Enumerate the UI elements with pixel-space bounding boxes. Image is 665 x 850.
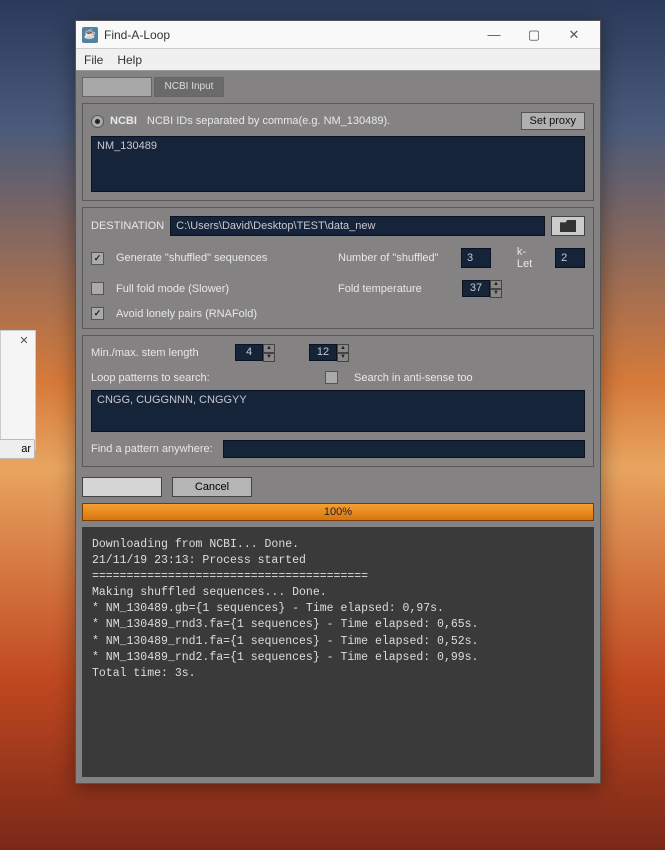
fold-temp-value[interactable]: 37 <box>462 280 490 297</box>
tab-blank[interactable] <box>82 77 152 97</box>
stem-min-value[interactable]: 4 <box>235 344 263 361</box>
stem-length-label: Min./max. stem length <box>91 347 221 359</box>
num-shuffled-label: Number of "shuffled" <box>338 252 455 264</box>
close-button[interactable]: ✕ <box>554 21 594 49</box>
close-icon[interactable]: ✕ <box>17 334 31 348</box>
fold-temp-spinner[interactable]: 37 ▲▼ <box>462 280 502 297</box>
progress-bar: 100% <box>82 503 594 521</box>
stray-button[interactable]: ar <box>0 439 35 459</box>
minimize-button[interactable]: — <box>474 21 514 49</box>
fold-temp-label: Fold temperature <box>338 283 456 295</box>
app-window: ☕ Find-A-Loop — ▢ ✕ File Help NCBI Input… <box>75 20 601 784</box>
destination-panel: DESTINATION C:\Users\David\Desktop\TEST\… <box>82 207 594 329</box>
cancel-button[interactable]: Cancel <box>172 477 252 497</box>
num-shuffled-input[interactable]: 3 <box>461 248 491 268</box>
avoid-lonely-label: Avoid lonely pairs (RNAFold) <box>116 308 257 320</box>
tabs: NCBI Input <box>82 77 594 99</box>
tab-ncbi-input[interactable]: NCBI Input <box>154 77 224 97</box>
run-button[interactable] <box>82 477 162 497</box>
folder-icon <box>560 220 576 232</box>
chevron-up-icon[interactable]: ▲ <box>337 344 349 353</box>
ncbi-panel: NCBI NCBI IDs separated by comma(e.g. NM… <box>82 103 594 201</box>
chevron-down-icon[interactable]: ▼ <box>490 289 502 298</box>
destination-input[interactable]: C:\Users\David\Desktop\TEST\data_new <box>170 216 545 236</box>
destination-label: DESTINATION <box>91 220 164 232</box>
loop-patterns-input[interactable]: CNGG, CUGGNNN, CNGGYY <box>91 390 585 432</box>
background-window-fragment: ✕ ar <box>0 330 36 450</box>
chevron-up-icon[interactable]: ▲ <box>490 280 502 289</box>
java-icon: ☕ <box>82 27 98 43</box>
menubar: File Help <box>76 49 600 71</box>
generate-shuffled-checkbox[interactable] <box>91 252 104 265</box>
console-output: Downloading from NCBI... Done. 21/11/19 … <box>82 527 594 777</box>
antisense-checkbox[interactable] <box>325 371 338 384</box>
stem-max-value[interactable]: 12 <box>309 344 337 361</box>
ncbi-ids-input[interactable]: NM_130489 <box>91 136 585 192</box>
action-row: Cancel <box>82 473 594 503</box>
stem-max-spinner[interactable]: 12 ▲▼ <box>309 344 349 361</box>
browse-folder-button[interactable] <box>551 216 585 236</box>
maximize-button[interactable]: ▢ <box>514 21 554 49</box>
klet-label: k-Let <box>517 246 541 270</box>
generate-shuffled-label: Generate "shuffled" sequences <box>116 252 267 264</box>
loop-patterns-label: Loop patterns to search: <box>91 372 315 384</box>
find-pattern-label: Find a pattern anywhere: <box>91 443 213 455</box>
avoid-lonely-checkbox[interactable] <box>91 307 104 320</box>
full-fold-checkbox[interactable] <box>91 282 104 295</box>
menu-help[interactable]: Help <box>117 53 142 67</box>
ncbi-radio-label: NCBI <box>110 115 137 127</box>
titlebar: ☕ Find-A-Loop — ▢ ✕ <box>76 21 600 49</box>
set-proxy-button[interactable]: Set proxy <box>521 112 585 130</box>
chevron-down-icon[interactable]: ▼ <box>337 353 349 362</box>
chevron-down-icon[interactable]: ▼ <box>263 353 275 362</box>
full-fold-label: Full fold mode (Slower) <box>116 283 229 295</box>
klet-input[interactable]: 2 <box>555 248 585 268</box>
window-title: Find-A-Loop <box>104 28 474 42</box>
menu-file[interactable]: File <box>84 53 103 67</box>
stem-loop-panel: Min./max. stem length 4 ▲▼ 12 ▲▼ Loop pa… <box>82 335 594 467</box>
find-pattern-input[interactable] <box>223 440 585 458</box>
ncbi-radio[interactable] <box>91 115 104 128</box>
ncbi-hint: NCBI IDs separated by comma(e.g. NM_1304… <box>147 115 521 127</box>
chevron-up-icon[interactable]: ▲ <box>263 344 275 353</box>
antisense-label: Search in anti-sense too <box>354 372 473 384</box>
stem-min-spinner[interactable]: 4 ▲▼ <box>235 344 275 361</box>
